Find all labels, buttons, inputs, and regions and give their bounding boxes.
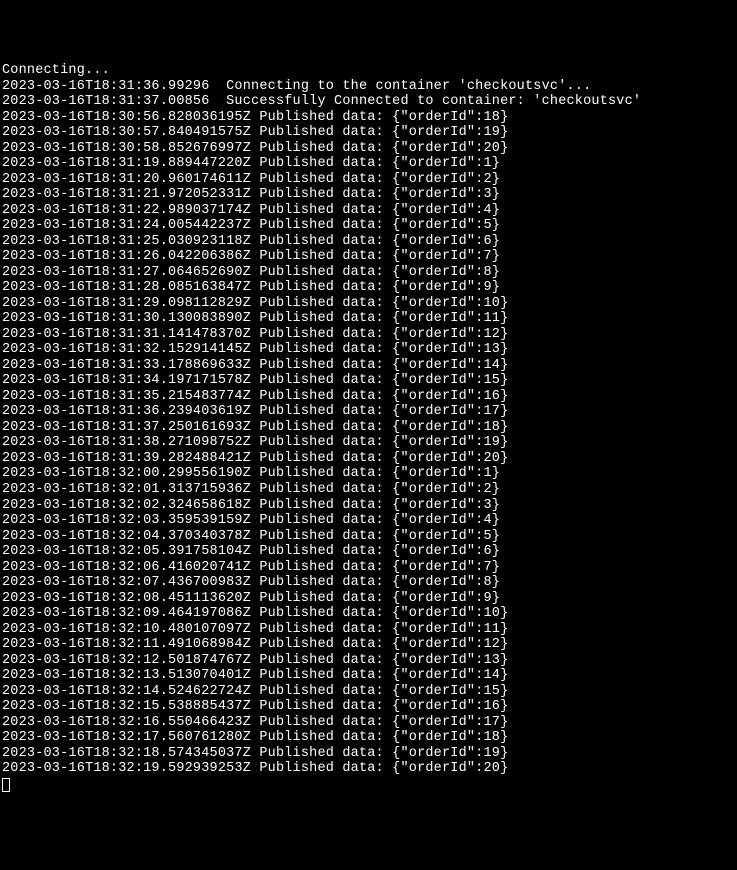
log-line: 2023-03-16T18:32:05.391758104Z Published…	[2, 544, 735, 560]
log-line: 2023-03-16T18:31:21.972052331Z Published…	[2, 187, 735, 203]
log-line: 2023-03-16T18:30:56.828036195Z Published…	[2, 110, 735, 126]
log-line: 2023-03-16T18:32:01.313715936Z Published…	[2, 482, 735, 498]
log-lines-container: 2023-03-16T18:30:56.828036195Z Published…	[2, 110, 735, 777]
log-line: 2023-03-16T18:32:00.299556190Z Published…	[2, 466, 735, 482]
log-line: 2023-03-16T18:30:58.852676997Z Published…	[2, 141, 735, 157]
log-line: 2023-03-16T18:31:32.152914145Z Published…	[2, 342, 735, 358]
log-line: 2023-03-16T18:31:38.271098752Z Published…	[2, 435, 735, 451]
log-line: 2023-03-16T18:32:12.501874767Z Published…	[2, 653, 735, 669]
log-line: 2023-03-16T18:31:33.178869633Z Published…	[2, 358, 735, 374]
log-line: 2023-03-16T18:32:11.491068984Z Published…	[2, 637, 735, 653]
log-line: 2023-03-16T18:32:17.560761280Z Published…	[2, 730, 735, 746]
log-line: 2023-03-16T18:31:37.250161693Z Published…	[2, 420, 735, 436]
log-line: 2023-03-16T18:32:09.464197086Z Published…	[2, 606, 735, 622]
log-line: 2023-03-16T18:32:13.513070401Z Published…	[2, 668, 735, 684]
log-line: 2023-03-16T18:32:08.451113620Z Published…	[2, 591, 735, 607]
log-line: 2023-03-16T18:31:29.098112829Z Published…	[2, 296, 735, 312]
log-line: 2023-03-16T18:31:31.141478370Z Published…	[2, 327, 735, 343]
log-line: 2023-03-16T18:32:03.359539159Z Published…	[2, 513, 735, 529]
log-line: 2023-03-16T18:32:06.416020741Z Published…	[2, 560, 735, 576]
log-line: 2023-03-16T18:31:34.197171578Z Published…	[2, 373, 735, 389]
log-line: 2023-03-16T18:31:28.085163847Z Published…	[2, 280, 735, 296]
log-line: 2023-03-16T18:31:20.960174611Z Published…	[2, 172, 735, 188]
log-line: 2023-03-16T18:32:04.370340378Z Published…	[2, 529, 735, 545]
log-line: 2023-03-16T18:31:35.215483774Z Published…	[2, 389, 735, 405]
log-line: 2023-03-16T18:31:19.889447220Z Published…	[2, 156, 735, 172]
log-line: 2023-03-16T18:32:07.436700983Z Published…	[2, 575, 735, 591]
terminal-cursor-icon	[2, 778, 10, 792]
log-line: 2023-03-16T18:32:14.524622724Z Published…	[2, 684, 735, 700]
log-line: 2023-03-16T18:32:19.592939253Z Published…	[2, 761, 735, 777]
log-line: 2023-03-16T18:32:10.480107097Z Published…	[2, 622, 735, 638]
log-line: 2023-03-16T18:31:39.282488421Z Published…	[2, 451, 735, 467]
terminal-output[interactable]: Connecting...2023-03-16T18:31:36.99296 C…	[2, 63, 735, 792]
log-line: 2023-03-16T18:31:36.239403619Z Published…	[2, 404, 735, 420]
log-line: 2023-03-16T18:31:27.064652690Z Published…	[2, 265, 735, 281]
success-line: 2023-03-16T18:31:37.00856 Successfully C…	[2, 94, 735, 110]
log-line: 2023-03-16T18:31:25.030923118Z Published…	[2, 234, 735, 250]
log-line: 2023-03-16T18:31:30.130083890Z Published…	[2, 311, 735, 327]
log-line: 2023-03-16T18:32:18.574345037Z Published…	[2, 746, 735, 762]
log-line: 2023-03-16T18:31:24.005442237Z Published…	[2, 218, 735, 234]
log-line: 2023-03-16T18:32:02.324658618Z Published…	[2, 498, 735, 514]
log-line: 2023-03-16T18:31:26.042206386Z Published…	[2, 249, 735, 265]
log-line: 2023-03-16T18:31:22.989037174Z Published…	[2, 203, 735, 219]
log-line: 2023-03-16T18:32:16.550466423Z Published…	[2, 715, 735, 731]
connect-line: 2023-03-16T18:31:36.99296 Connecting to …	[2, 79, 735, 95]
log-line: 2023-03-16T18:32:15.538885437Z Published…	[2, 699, 735, 715]
log-line: 2023-03-16T18:30:57.840491575Z Published…	[2, 125, 735, 141]
connecting-status: Connecting...	[2, 63, 735, 79]
